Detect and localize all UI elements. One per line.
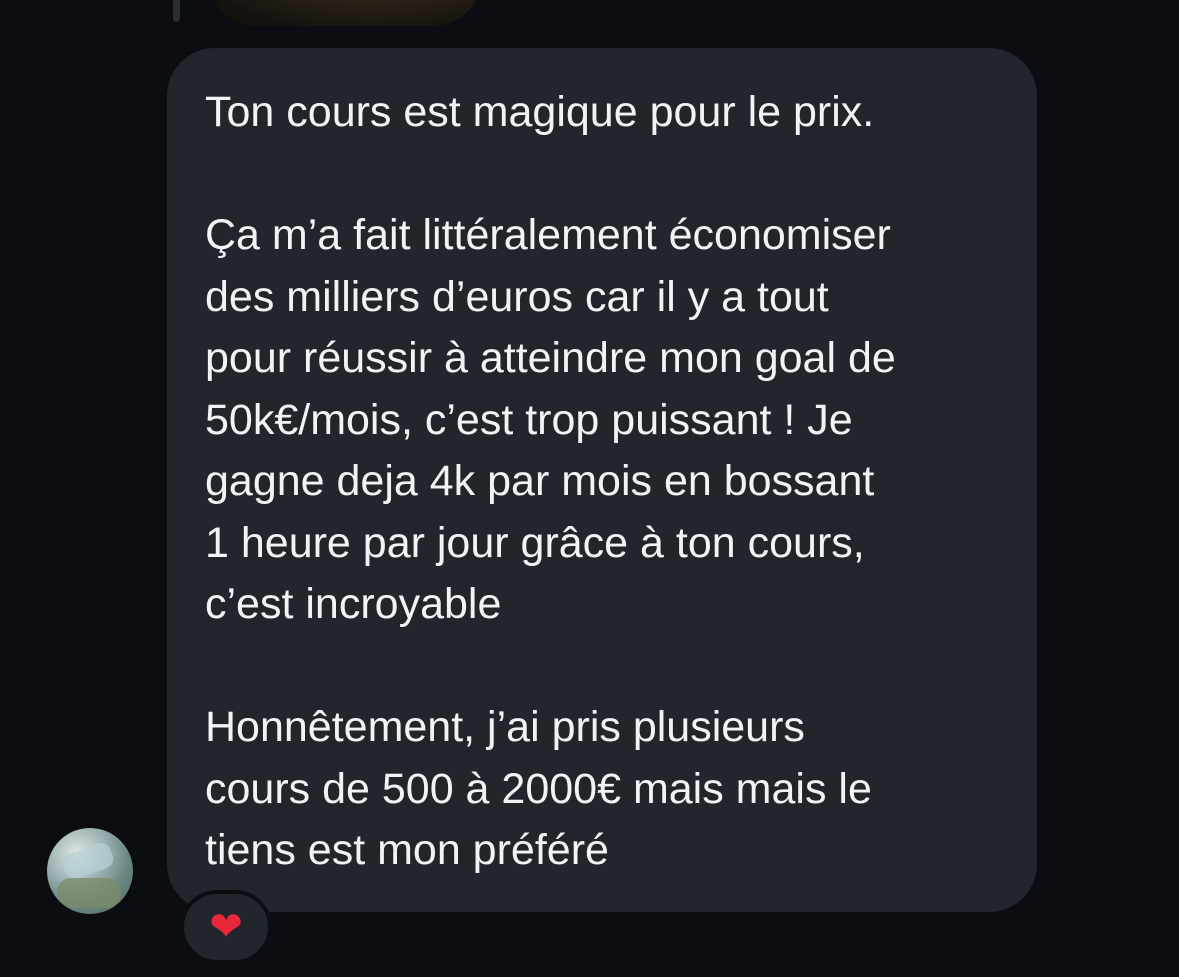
avatar[interactable] <box>47 828 133 914</box>
chat-screen: Ton cours est magique pour le prix. Ça m… <box>0 0 1179 977</box>
message-text: Ton cours est magique pour le prix. Ça m… <box>205 88 896 874</box>
reaction-badge[interactable]: ❤ <box>180 890 272 964</box>
scroll-indicator <box>173 0 180 22</box>
heart-icon: ❤ <box>209 904 243 950</box>
message-bubble[interactable]: Ton cours est magique pour le prix. Ça m… <box>167 48 1037 912</box>
previous-media-message[interactable] <box>210 0 480 26</box>
